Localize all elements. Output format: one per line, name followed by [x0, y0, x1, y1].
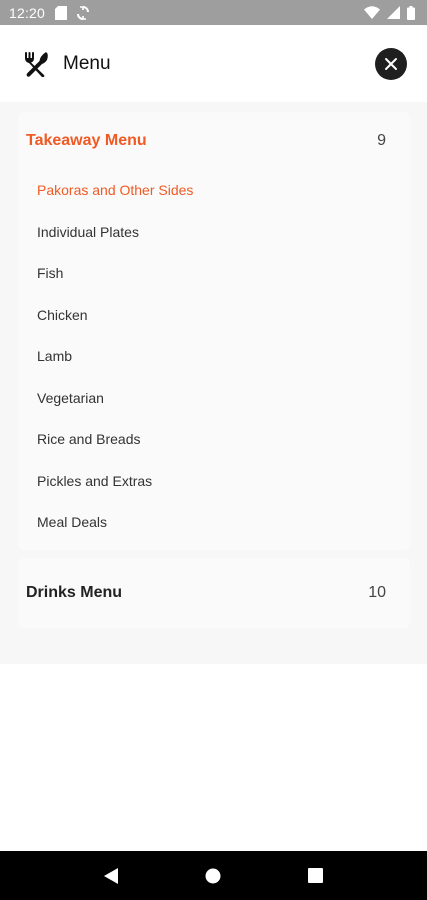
sub-item-lamb[interactable]: Lamb: [18, 336, 410, 378]
category-drinks-menu[interactable]: Drinks Menu 10: [18, 558, 410, 628]
status-bar: 12:20: [0, 0, 427, 25]
category-title: Drinks Menu: [26, 584, 123, 601]
sync-icon: [77, 5, 90, 20]
home-button[interactable]: [193, 856, 233, 896]
sub-item-meal-deals[interactable]: Meal Deals: [18, 502, 410, 544]
category-count: 9: [377, 132, 386, 149]
recents-button[interactable]: [296, 856, 336, 896]
menu-header: Menu: [0, 25, 427, 102]
category-block-takeaway: Takeaway Menu 9 Pakoras and Other Sides …: [18, 112, 410, 550]
sub-item-chicken[interactable]: Chicken: [18, 295, 410, 337]
category-block-drinks: Drinks Menu 10: [18, 558, 410, 628]
sub-item-individual-plates[interactable]: Individual Plates: [18, 212, 410, 254]
menu-panel: Takeaway Menu 9 Pakoras and Other Sides …: [0, 102, 427, 664]
sub-item-fish[interactable]: Fish: [18, 253, 410, 295]
battery-icon: [407, 5, 415, 20]
sub-item-vegetarian[interactable]: Vegetarian: [18, 378, 410, 420]
category-count: 10: [368, 584, 386, 601]
back-button[interactable]: [91, 856, 131, 896]
signal-icon: [387, 6, 400, 19]
recents-icon: [308, 868, 324, 883]
sd-card-icon: [55, 5, 68, 20]
back-icon: [104, 867, 119, 884]
fork-knife-icon: [25, 51, 48, 77]
category-takeaway-menu[interactable]: Takeaway Menu 9: [18, 112, 410, 170]
home-icon: [205, 868, 221, 883]
close-button[interactable]: [375, 47, 407, 80]
category-title: Takeaway Menu: [26, 132, 147, 149]
page-title: Menu: [63, 52, 111, 74]
sub-item-pakoras[interactable]: Pakoras and Other Sides: [18, 170, 410, 212]
close-icon: [385, 57, 397, 70]
navigation-bar: [0, 851, 427, 900]
sub-item-pickles-and-extras[interactable]: Pickles and Extras: [18, 461, 410, 503]
wifi-icon: [364, 6, 380, 19]
sub-item-rice-and-breads[interactable]: Rice and Breads: [18, 419, 410, 461]
status-time: 12:20: [9, 4, 46, 21]
